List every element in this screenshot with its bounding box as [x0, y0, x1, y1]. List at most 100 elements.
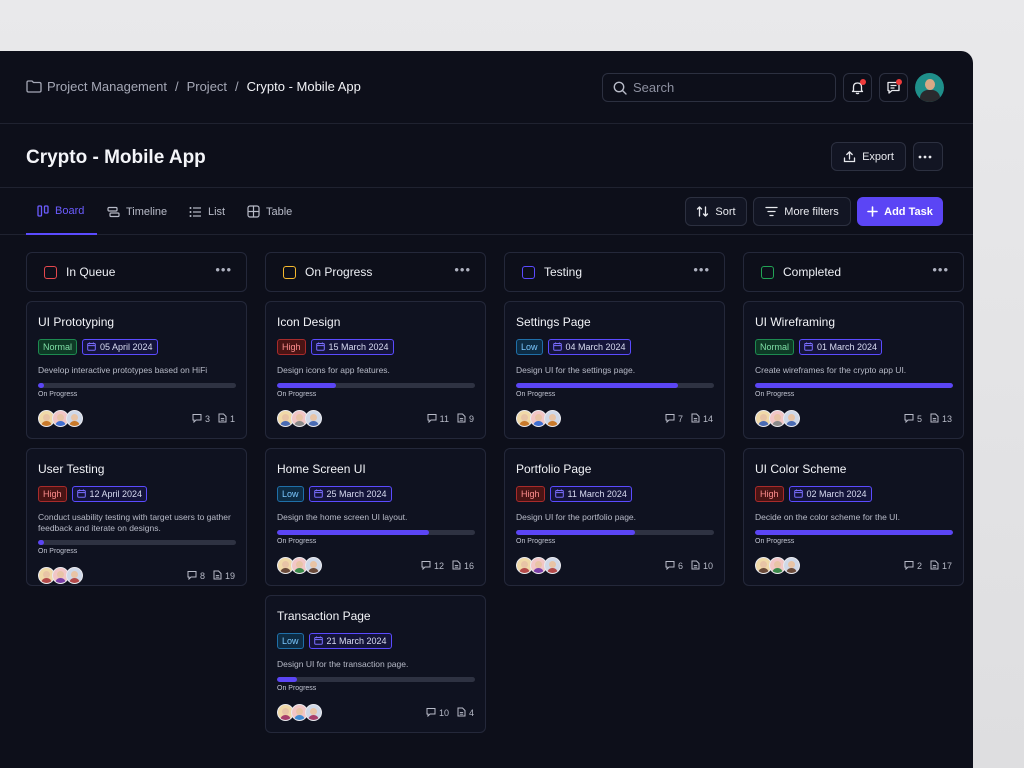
progress-status: On Progress: [277, 391, 317, 398]
app-window: Project Management / Project / Crypto - …: [0, 51, 973, 768]
progress-bar: [516, 530, 714, 535]
assignee-avatar[interactable]: [783, 410, 800, 427]
view-bar: Board Timeline List Table Sort More filt…: [0, 188, 973, 235]
assignee-avatar[interactable]: [544, 410, 561, 427]
status-square: [283, 265, 296, 279]
add-task-button[interactable]: Add Task: [857, 197, 943, 226]
task-card[interactable]: Home Screen UI Low 25 March 2024 Design the…: [265, 448, 486, 586]
breadcrumb-separator: /: [174, 79, 179, 94]
user-avatar[interactable]: [915, 73, 944, 102]
tab-list[interactable]: List: [189, 188, 225, 235]
due-date: 11 March 2024: [567, 489, 627, 499]
column-more-icon[interactable]: •••: [454, 263, 471, 276]
tab-board[interactable]: Board: [26, 188, 97, 235]
card-description: Design UI for the settings page.: [516, 365, 636, 375]
sort-button[interactable]: Sort: [685, 197, 747, 226]
progress-bar: [277, 383, 475, 388]
more-filters-button[interactable]: More filters: [753, 197, 851, 226]
assignee-avatar[interactable]: [305, 557, 322, 574]
export-button[interactable]: Export: [831, 142, 906, 171]
card-meta: 10 4: [426, 707, 474, 719]
file-icon: [457, 707, 469, 719]
file-count: 17: [941, 561, 952, 571]
assignee-avatar[interactable]: [305, 704, 322, 721]
sort-label: Sort: [715, 205, 736, 218]
priority-badge: High: [516, 486, 545, 502]
column-more-icon[interactable]: •••: [693, 263, 710, 276]
folder-icon: [26, 80, 42, 93]
status-square: [761, 265, 774, 279]
breadcrumb-item-project[interactable]: Project: [187, 79, 227, 94]
timeline-icon: [107, 206, 120, 217]
assignee-avatar[interactable]: [66, 410, 83, 427]
comment-count: 7: [677, 414, 683, 424]
due-date: 05 April 2024: [100, 342, 153, 352]
progress-fill: [755, 530, 953, 535]
task-card[interactable]: UI Prototyping Normal 05 April 2024 Develop…: [26, 301, 247, 439]
top-bar: Project Management / Project / Crypto - …: [0, 51, 973, 124]
progress-bar: [38, 540, 236, 545]
task-card[interactable]: Icon Design High 15 March 2024 Design icons…: [265, 301, 486, 439]
card-meta: 11 9: [427, 413, 474, 425]
due-date: 12 April 2024: [89, 489, 143, 499]
assignee-avatar[interactable]: [544, 557, 561, 574]
task-card[interactable]: Portfolio Page High 11 March 2024 Design UI…: [504, 448, 725, 586]
column-more-icon[interactable]: •••: [215, 263, 232, 276]
task-card[interactable]: Transaction Page Low 21 March 2024 Design U…: [265, 595, 486, 733]
board-icon: [37, 204, 49, 217]
card-meta: 31: [192, 413, 235, 425]
task-card[interactable]: Settings Page Low 04 March 2024 Design UI f…: [504, 301, 725, 439]
task-card[interactable]: UI Wireframing Normal 01 March 2024 Create …: [743, 301, 964, 439]
card-meta: 7 14: [665, 413, 713, 425]
file-icon: [930, 413, 942, 425]
assignee-avatar[interactable]: [783, 557, 800, 574]
assignees: [277, 704, 322, 721]
assignee-avatar[interactable]: [66, 567, 83, 584]
search-icon: [613, 81, 627, 95]
breadcrumb-separator: /: [235, 79, 239, 94]
assignee-avatar[interactable]: [305, 410, 322, 427]
card-meta: 8 19: [187, 570, 235, 582]
card-title: Portfolio Page: [516, 462, 592, 476]
breadcrumb-item-root[interactable]: Project Management: [47, 79, 167, 94]
file-count: 1: [229, 414, 235, 424]
card-title: Home Screen UI: [277, 462, 366, 476]
table-icon: [247, 205, 260, 218]
card-meta: 12 16: [421, 560, 474, 572]
calendar-icon: [554, 489, 568, 500]
notifications-button[interactable]: [843, 73, 872, 102]
comment-count: 5: [916, 414, 922, 424]
tab-table[interactable]: Table: [247, 188, 292, 235]
card-description: Design UI for the transaction page.: [277, 659, 409, 669]
priority-badge: Low: [277, 633, 304, 649]
task-card[interactable]: UI Color Scheme High 02 March 2024 Decide o…: [743, 448, 964, 586]
card-title: User Testing: [38, 462, 105, 476]
progress-status: On Progress: [755, 538, 795, 545]
assignees: [755, 557, 800, 574]
card-description: Design UI for the portfolio page.: [516, 512, 637, 522]
comment-icon: [665, 560, 678, 572]
priority-badge: Normal: [38, 339, 78, 355]
title-bar: Crypto - Mobile App Export: [0, 125, 973, 188]
column-header: Completed •••: [743, 252, 964, 292]
column-header: Testing •••: [504, 252, 725, 292]
priority-badge: High: [38, 486, 67, 502]
progress-fill: [277, 383, 337, 388]
messages-button[interactable]: [879, 73, 908, 102]
progress-fill: [277, 677, 297, 682]
due-date: 01 March 2024: [817, 342, 878, 352]
tab-timeline[interactable]: Timeline: [107, 188, 167, 235]
card-description: Create wireframes for the crypto app UI.: [755, 365, 907, 375]
status-square: [522, 265, 535, 279]
file-icon: [457, 413, 469, 425]
card-title: Transaction Page: [277, 609, 371, 623]
column-header: In Queue •••: [26, 252, 247, 292]
column-more-icon[interactable]: •••: [932, 263, 949, 276]
more-options-button[interactable]: [913, 142, 943, 171]
card-description: Conduct usability testing with target us…: [38, 512, 231, 533]
search-input[interactable]: [633, 80, 823, 95]
task-card[interactable]: User Testing High 12 April 2024 Conduct usa…: [26, 448, 247, 586]
search-box[interactable]: [602, 73, 836, 102]
calendar-icon: [315, 342, 329, 353]
column-title: On Progress: [305, 265, 373, 279]
